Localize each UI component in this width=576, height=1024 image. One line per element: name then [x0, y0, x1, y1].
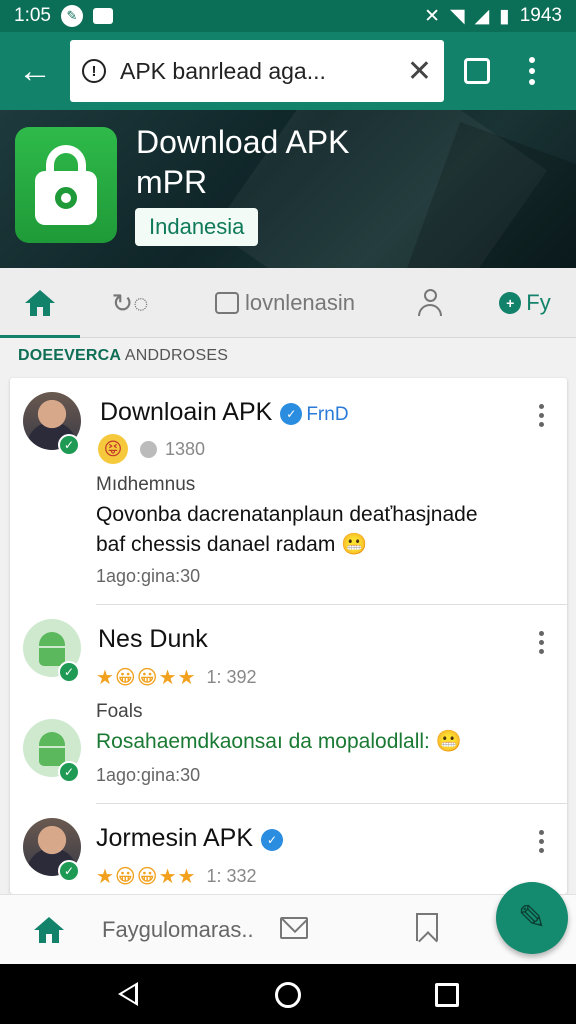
browser-toolbar: ← ! APK banrlead aga... ✕ — [0, 32, 576, 110]
search-text: APK banrlead aga... — [120, 57, 326, 84]
post-item[interactable]: ✓ Downloain APK ✓ FrnD 😝 1380 Mıdhemnus Qo… — [10, 378, 567, 604]
post-label: Mıdhemnus — [96, 474, 196, 495]
tab-fy-label: Fy — [526, 290, 551, 315]
post-timestamp: 1ago:gina:30 — [96, 566, 201, 586]
battery-icon: ▮ — [499, 5, 510, 27]
person-icon — [417, 289, 443, 317]
post-body-line2: baf chessis danael radam 😬 — [96, 530, 546, 560]
verified-badge-icon: ✓ — [280, 403, 303, 425]
post-meta-count: 1: 392 — [206, 667, 257, 687]
post-timestamp: 1ago:gina:30 — [96, 765, 201, 785]
clock-icon — [140, 440, 157, 458]
compose-icon: ✎ — [517, 899, 547, 937]
search-input[interactable]: ! APK banrlead aga... ✕ — [70, 40, 444, 102]
back-icon[interactable] — [118, 982, 138, 1006]
more-icon[interactable] — [510, 32, 554, 110]
verified-check-icon: ✓ — [58, 434, 80, 456]
post-label: Foals — [96, 701, 143, 722]
battery-level: 1943 — [519, 5, 562, 26]
alert-icon: ! — [82, 59, 106, 83]
mail-notification-icon — [92, 8, 113, 24]
post-meta: 😝 1380 — [98, 434, 205, 464]
more-icon[interactable] — [539, 631, 545, 654]
post-author-name: Downloain APK — [100, 398, 273, 426]
system-nav-bar — [0, 964, 576, 1024]
app-title-line2: mPR — [136, 164, 208, 200]
status-time: 1:05 — [14, 5, 51, 26]
post-body-line1: Rosahaemdkaonsaı da mopalodlall: — [96, 730, 430, 753]
back-arrow-icon[interactable]: ← — [0, 32, 70, 110]
chat-icon — [214, 292, 239, 314]
compose-button[interactable]: ✎ — [496, 882, 568, 954]
app-title: Download APK mPR — [136, 122, 349, 202]
more-icon[interactable] — [539, 830, 545, 853]
more-icon[interactable] — [539, 404, 545, 427]
tab-chat[interactable]: lovnlenasin — [200, 268, 370, 338]
bookmark-icon[interactable] — [416, 913, 438, 941]
post-author-name: Jormesin APK — [96, 824, 254, 852]
post-meta-count: 1380 — [165, 438, 206, 459]
tab-chat-label: lovnlenasin — [244, 290, 356, 315]
post-item[interactable]: ✓ Nes Dunk ★😀😀★★ 1: 392 Foals ✓ Rosahaem… — [10, 605, 567, 803]
post-meta: ★😀😀★★ 1: 392 — [96, 665, 257, 690]
post-author[interactable]: Downloain APK ✓ FrnD — [100, 398, 349, 427]
home-button-icon[interactable] — [275, 982, 301, 1008]
emoji-icon: 😬 — [341, 533, 368, 556]
section-heading: DOEEVERCA ANDDROSES — [18, 347, 228, 365]
post-item[interactable]: ✓ Jormesin APK ✓ ★😀😀★★ 1: 332 — [10, 804, 567, 894]
download-icon: + — [499, 292, 522, 314]
tab-activity[interactable]: ↻◌ — [100, 268, 160, 338]
mail-icon[interactable] — [280, 917, 308, 939]
close-icon[interactable]: ✕ — [407, 54, 432, 89]
bottom-nav-label[interactable]: Faygulomaras.. — [102, 917, 254, 943]
post-body: Rosahaemdkaonsaı da mopalodlall: 😬 — [96, 727, 546, 757]
home-icon — [25, 290, 55, 316]
bottom-nav: Faygulomaras.. — [0, 894, 576, 964]
recents-icon[interactable] — [435, 983, 459, 1007]
emoji-icon: 😝 — [98, 434, 128, 464]
lock-app-icon[interactable] — [15, 127, 117, 243]
activity-icon: ↻◌ — [111, 287, 149, 318]
verified-check-icon: ✓ — [58, 661, 80, 683]
star-rating-icons: ★😀😀★★ — [96, 866, 197, 888]
post-meta: ★😀😀★★ 1: 332 — [96, 864, 257, 889]
tab-fy[interactable]: + Fy — [490, 268, 560, 338]
post-author[interactable]: Jormesin APK ✓ — [96, 824, 284, 853]
star-rating-icons: ★😀😀★★ — [96, 667, 197, 689]
tabs-icon[interactable] — [444, 32, 510, 110]
signal-icon: ◢ — [474, 5, 490, 27]
post-tag: FrnD — [306, 404, 349, 425]
section-heading-rest: ANDDROSES — [124, 347, 229, 364]
post-body-line1: Qovonba dacrenatanplaun deaťhasjnade — [96, 503, 478, 526]
section-heading-bold: DOEEVERCA — [18, 347, 122, 364]
tab-home[interactable] — [0, 268, 80, 338]
verified-check-icon: ✓ — [58, 860, 80, 882]
tab-profile[interactable] — [405, 268, 455, 338]
app-hero-banner: Download APK mPR Indanesia — [0, 110, 576, 268]
post-body-line2-text: baf chessis danael radam — [96, 533, 336, 556]
dictation-icon: ✎ — [60, 5, 83, 27]
post-body: Qovonba dacrenatanplaun deaťhasjnade baf… — [96, 500, 546, 560]
tab-bar: ↻◌ lovnlenasin + Fy — [0, 268, 576, 338]
wifi-icon: ◥ — [450, 5, 465, 27]
mute-icon: ✕ — [424, 5, 440, 27]
app-title-line1: Download APK — [136, 124, 350, 160]
post-author-name[interactable]: Nes Dunk — [98, 625, 208, 654]
feed-card: ✓ Downloain APK ✓ FrnD 😝 1380 Mıdhemnus Qo… — [10, 378, 567, 894]
emoji-icon: 😬 — [435, 730, 462, 753]
verified-badge-icon: ✓ — [261, 829, 284, 851]
post-meta-count: 1: 332 — [206, 866, 257, 886]
verified-check-icon: ✓ — [58, 761, 80, 783]
status-bar: 1:05 ✎ ✕ ◥ ◢ ▮ 1943 — [0, 0, 576, 32]
region-badge[interactable]: Indanesia — [135, 208, 259, 246]
home-icon[interactable] — [34, 917, 64, 943]
